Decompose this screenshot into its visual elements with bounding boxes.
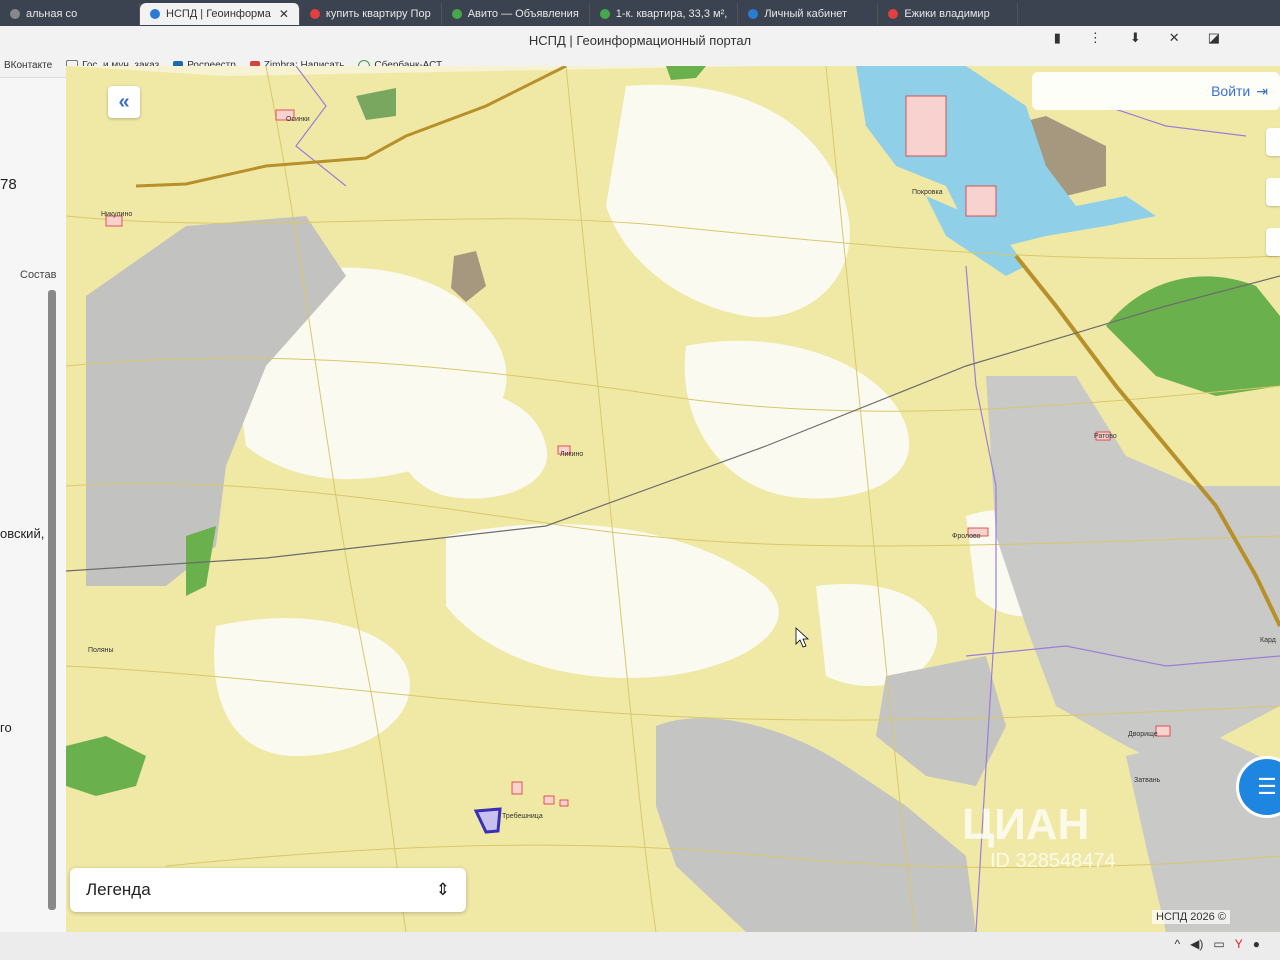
place-label: Дворище xyxy=(1128,731,1158,738)
browser-tab-6[interactable]: Ежики владимир xyxy=(878,3,1019,25)
expand-collapse-icon: ⇕ xyxy=(435,880,450,899)
legend-label: Легенда xyxy=(86,880,151,899)
tab-label: Личный кабинет xyxy=(764,8,848,20)
tab-label: 1-к. квартира, 33,3 м², xyxy=(615,8,728,20)
panel-text-fragment: овский, xyxy=(0,526,45,541)
browser-tab-2[interactable]: купить квартиру Пор xyxy=(300,3,442,25)
tab-favicon-icon xyxy=(888,9,899,19)
browser-tab-bar: альная со НСПД | Геоинформа ✕ купить квар… xyxy=(0,0,1280,26)
browser-tab-5[interactable]: Личный кабинет xyxy=(738,3,879,25)
tab-favicon-icon xyxy=(150,9,160,19)
browser-tab-4[interactable]: 1-к. квартира, 33,3 м², xyxy=(590,3,739,25)
downloads-icon[interactable]: ⬇ xyxy=(1130,30,1141,46)
map-control-button[interactable] xyxy=(1266,228,1280,256)
place-label: Покровка xyxy=(912,189,943,196)
panel-text-fragment: го xyxy=(0,720,12,735)
panel-scrollbar[interactable] xyxy=(48,290,56,910)
more-menu-icon[interactable]: ⋮ xyxy=(1089,30,1102,46)
tab-favicon-icon xyxy=(10,9,20,19)
map-right-controls xyxy=(1266,128,1280,256)
tab-label: НСПД | Геоинформа xyxy=(166,8,271,20)
network-icon[interactable]: ▭ xyxy=(1213,937,1224,951)
yandex-icon[interactable]: Y xyxy=(1235,937,1243,951)
bookmark-label: ВКонтакте xyxy=(4,60,53,71)
chat-icon: ☰ xyxy=(1257,774,1277,799)
tab-favicon-icon xyxy=(599,9,610,19)
browser-tab-3[interactable]: Авито — Объявления xyxy=(442,3,590,25)
map-canvas[interactable]: Осинки Никулино Поляны Требешница Фролов… xyxy=(66,66,1280,932)
legend-dropdown[interactable]: Легенда ⇕ xyxy=(70,868,466,912)
os-taskbar xyxy=(0,932,1280,960)
map-control-button[interactable] xyxy=(1266,128,1280,156)
login-button[interactable]: Войти ⇥ xyxy=(1032,72,1280,110)
close-tab-icon[interactable]: ✕ xyxy=(271,7,289,21)
bookmark-icon[interactable]: ▮ xyxy=(1054,30,1061,46)
browser-tab-nspd[interactable]: НСПД | Геоинформа ✕ xyxy=(140,3,300,25)
system-tray: ^ ◀) ▭ Y ● xyxy=(1175,937,1260,951)
watermark-logo: ЦИАН xyxy=(962,800,1090,849)
tab-favicon-icon xyxy=(451,9,462,19)
tab-favicon-icon xyxy=(309,9,320,19)
tab-label: альная со xyxy=(26,8,78,20)
copyright: НСПД 2026 © xyxy=(1152,910,1230,924)
tab-label: купить квартиру Пор xyxy=(325,8,431,20)
place-label: Осинки xyxy=(286,116,310,123)
login-arrow-icon: ⇥ xyxy=(1256,82,1268,99)
bookmark-vk[interactable]: ВКонтакте xyxy=(4,60,52,71)
watermark-id: ID 328548474 xyxy=(990,850,1116,872)
place-label: Никулино xyxy=(101,211,132,218)
panel-number-fragment: 78 xyxy=(0,176,17,193)
place-label: Кард xyxy=(1260,637,1276,644)
extensions-icon[interactable]: ✕ xyxy=(1169,30,1180,46)
profile-icon[interactable]: ◪ xyxy=(1208,30,1220,46)
tab-label: Авито — Объявления xyxy=(467,8,579,20)
up-arrow-icon[interactable]: ^ xyxy=(1175,937,1181,951)
place-label: Фролово xyxy=(952,533,981,540)
place-label: Ратово xyxy=(1094,433,1117,440)
user-icon[interactable]: ● xyxy=(1253,937,1260,951)
place-label: Поляны xyxy=(88,647,114,654)
window-titlebar: НСПД | Геоинформационный портал ▮ ⋮ ⬇ ✕ … xyxy=(0,26,1280,54)
cadastral-map: Осинки Никулино Поляны Требешница Фролов… xyxy=(66,66,1280,932)
composition-label: Состав xyxy=(20,269,57,281)
login-label: Войти xyxy=(1211,83,1251,99)
double-chevron-left-icon: « xyxy=(118,90,130,113)
place-label: Ликино xyxy=(560,451,583,458)
tab-favicon-icon xyxy=(748,9,759,19)
speaker-icon[interactable]: ◀) xyxy=(1190,937,1203,951)
tab-label: Ежики владимир xyxy=(904,8,990,20)
place-label: Требешница xyxy=(502,812,543,820)
collapse-panel-button[interactable]: « xyxy=(108,86,140,118)
browser-tab-0[interactable]: альная со xyxy=(0,3,140,25)
place-label: Затвань xyxy=(1134,777,1161,784)
map-control-button[interactable] xyxy=(1266,178,1280,206)
window-title: НСПД | Геоинформационный портал xyxy=(528,32,752,48)
